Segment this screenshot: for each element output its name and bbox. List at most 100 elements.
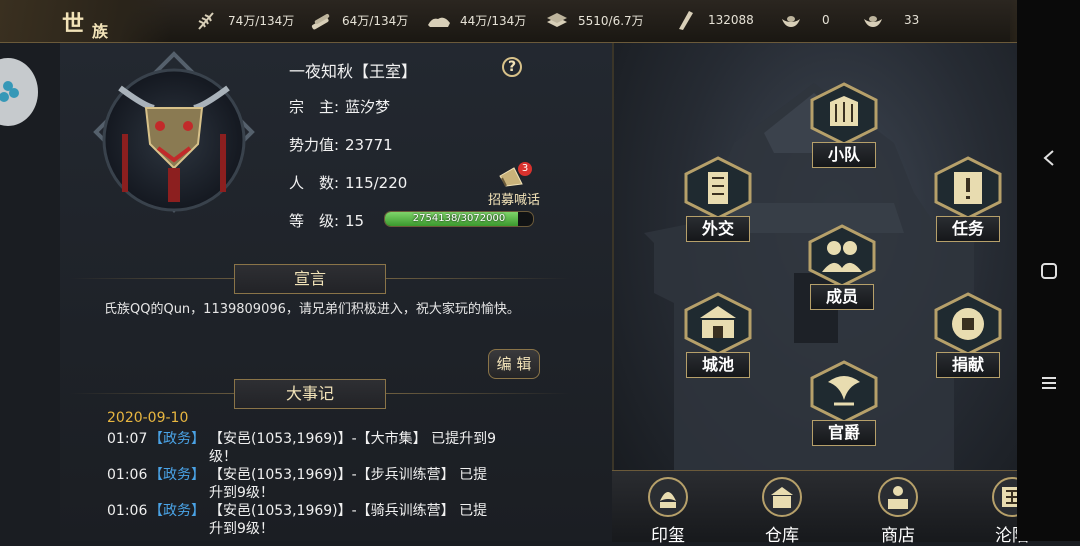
event-time: 01:07 — [107, 431, 148, 447]
resource-gold[interactable]: 0 — [778, 8, 830, 32]
level-label: 等 级: — [289, 212, 340, 230]
square-icon — [1041, 263, 1057, 279]
level-value: 15 — [345, 212, 365, 230]
tab-seal-label: 印玺 — [651, 526, 685, 546]
leader-row: 宗 主: 蓝汐梦 — [289, 96, 390, 117]
level-row: 等 级: 15 — [289, 210, 364, 231]
city-gate-icon — [684, 292, 752, 356]
grain-value: 74万/134万 — [228, 13, 295, 28]
resource-silver[interactable]: 33 — [860, 8, 919, 32]
clan-name: 一夜知秋【王室】 — [289, 62, 418, 81]
members-row: 人 数: 115/220 — [289, 172, 407, 193]
mission-icon — [934, 156, 1002, 220]
clan-tab-title-1: 世 — [62, 11, 85, 37]
exp-progress-text: 2754138/3072000 — [412, 213, 506, 224]
menu-icon — [1042, 377, 1056, 389]
help-button[interactable]: ? — [502, 57, 522, 77]
event-item: 01:06 【政务】 【安邑(1053,1969)】-【步兵训练营】 已提升到9… — [107, 466, 507, 502]
members-label: 成员 — [810, 284, 874, 310]
diplomacy-button[interactable]: 外交 — [678, 156, 758, 246]
gold-value: 0 — [822, 13, 830, 27]
bottom-tab-bar: 印玺 仓库 商店 沦陷 — [612, 470, 1032, 546]
seal-icon — [648, 477, 688, 517]
event-time: 01:06 — [107, 503, 148, 519]
diplomacy-label: 外交 — [686, 216, 750, 242]
recruit-badge: 3 — [518, 162, 532, 176]
order-token-icon — [672, 9, 698, 31]
clan-emblem — [84, 48, 264, 228]
tab-shop[interactable]: 商店 — [848, 471, 948, 546]
event-text: 【安邑(1053,1969)】-【骑兵训练营】 已提升到9级！ — [209, 503, 488, 537]
silver-value: 33 — [904, 13, 920, 27]
nav-menu-button[interactable] — [1038, 372, 1060, 394]
city-label: 城池 — [686, 352, 750, 378]
wood-icon — [308, 9, 334, 31]
members-button[interactable]: 成员 — [802, 224, 882, 314]
recruit-shout-button[interactable]: 3 招募喊话 — [486, 162, 542, 208]
squad-icon — [810, 82, 878, 146]
event-category: 【政务】 — [149, 431, 205, 447]
event-category: 【政务】 — [149, 467, 205, 483]
tab-seal[interactable]: 印玺 — [618, 471, 718, 546]
power-row: 势力值: 23771 — [289, 134, 393, 155]
resource-grain[interactable]: 74万/134万 — [194, 8, 294, 32]
squad-label: 小队 — [812, 142, 876, 168]
tab-shop-label: 商店 — [881, 526, 915, 546]
donate-label: 捐献 — [936, 352, 1000, 378]
power-value: 23771 — [345, 136, 393, 154]
chevron-left-icon — [1043, 150, 1054, 166]
event-text: 【安邑(1053,1969)】-【大市集】 已提升到9级！ — [209, 431, 497, 465]
event-item: 01:07 【政务】 【安邑(1053,1969)】-【大市集】 已提升到9级！ — [107, 430, 507, 466]
members-icon — [808, 224, 876, 288]
resource-wood[interactable]: 64万/134万 — [308, 8, 408, 32]
nav-back-button[interactable] — [1038, 147, 1060, 169]
event-time: 01:06 — [107, 467, 148, 483]
leader-label: 宗 主: — [289, 98, 340, 116]
shop-icon — [878, 477, 918, 517]
system-nav-bar — [1017, 0, 1080, 541]
resource-bar: 世 族 74万/134万 64万/134万 44万/134万 5510/6.7万… — [0, 0, 1080, 43]
power-label: 势力值: — [289, 136, 340, 154]
rank-button[interactable]: 官爵 — [804, 360, 884, 450]
rank-label: 官爵 — [812, 420, 876, 446]
stone-value: 44万/134万 — [460, 13, 527, 28]
members-value: 115/220 — [345, 174, 408, 192]
event-date: 2020-09-10 — [107, 410, 189, 426]
grain-icon — [194, 9, 220, 31]
squad-button[interactable]: 小队 — [804, 82, 884, 172]
declaration-text: 氏族QQ的Qun，1139809096，请兄弟们积极进入，祝大家玩的愉快。 — [104, 302, 520, 317]
clan-tab-title-2: 族 — [92, 22, 109, 41]
tab-warehouse-label: 仓库 — [765, 526, 799, 546]
event-category: 【政务】 — [149, 503, 205, 519]
tab-warehouse[interactable]: 仓库 — [732, 471, 832, 546]
declaration-title: 宣言 — [234, 264, 386, 294]
resource-order[interactable]: 132088 — [672, 8, 754, 32]
members-label: 人 数: — [289, 174, 340, 192]
donate-button[interactable]: 捐献 — [928, 292, 1008, 382]
stone-icon — [426, 9, 452, 31]
event-item: 01:06 【政务】 【安邑(1053,1969)】-【骑兵训练营】 已提升到9… — [107, 502, 507, 538]
resource-iron[interactable]: 5510/6.7万 — [544, 8, 644, 32]
mission-label: 任务 — [936, 216, 1000, 242]
iron-value: 5510/6.7万 — [578, 13, 644, 28]
order-value: 132088 — [708, 13, 754, 27]
silver-ingot-icon — [860, 9, 886, 31]
clan-tab[interactable]: 世 族 — [0, 0, 170, 42]
nav-home-button[interactable] — [1038, 260, 1060, 282]
resource-stone[interactable]: 44万/134万 — [426, 8, 526, 32]
gold-ingot-icon — [778, 9, 804, 31]
rank-insignia-icon — [810, 360, 878, 424]
floating-assist-button[interactable] — [0, 58, 38, 126]
warehouse-icon — [762, 477, 802, 517]
mission-button[interactable]: 任务 — [928, 156, 1008, 246]
help-icon: ? — [507, 59, 517, 75]
event-text: 【安邑(1053,1969)】-【步兵训练营】 已提升到9级！ — [209, 467, 488, 501]
city-button[interactable]: 城池 — [678, 292, 758, 382]
edit-declaration-button[interactable]: 编 辑 — [488, 349, 540, 379]
exp-progress-bar: 2754138/3072000 — [384, 211, 534, 227]
iron-icon — [544, 9, 570, 31]
diplomacy-icon — [684, 156, 752, 220]
events-title: 大事记 — [234, 379, 386, 409]
wood-value: 64万/134万 — [342, 13, 409, 28]
coin-icon — [934, 292, 1002, 356]
